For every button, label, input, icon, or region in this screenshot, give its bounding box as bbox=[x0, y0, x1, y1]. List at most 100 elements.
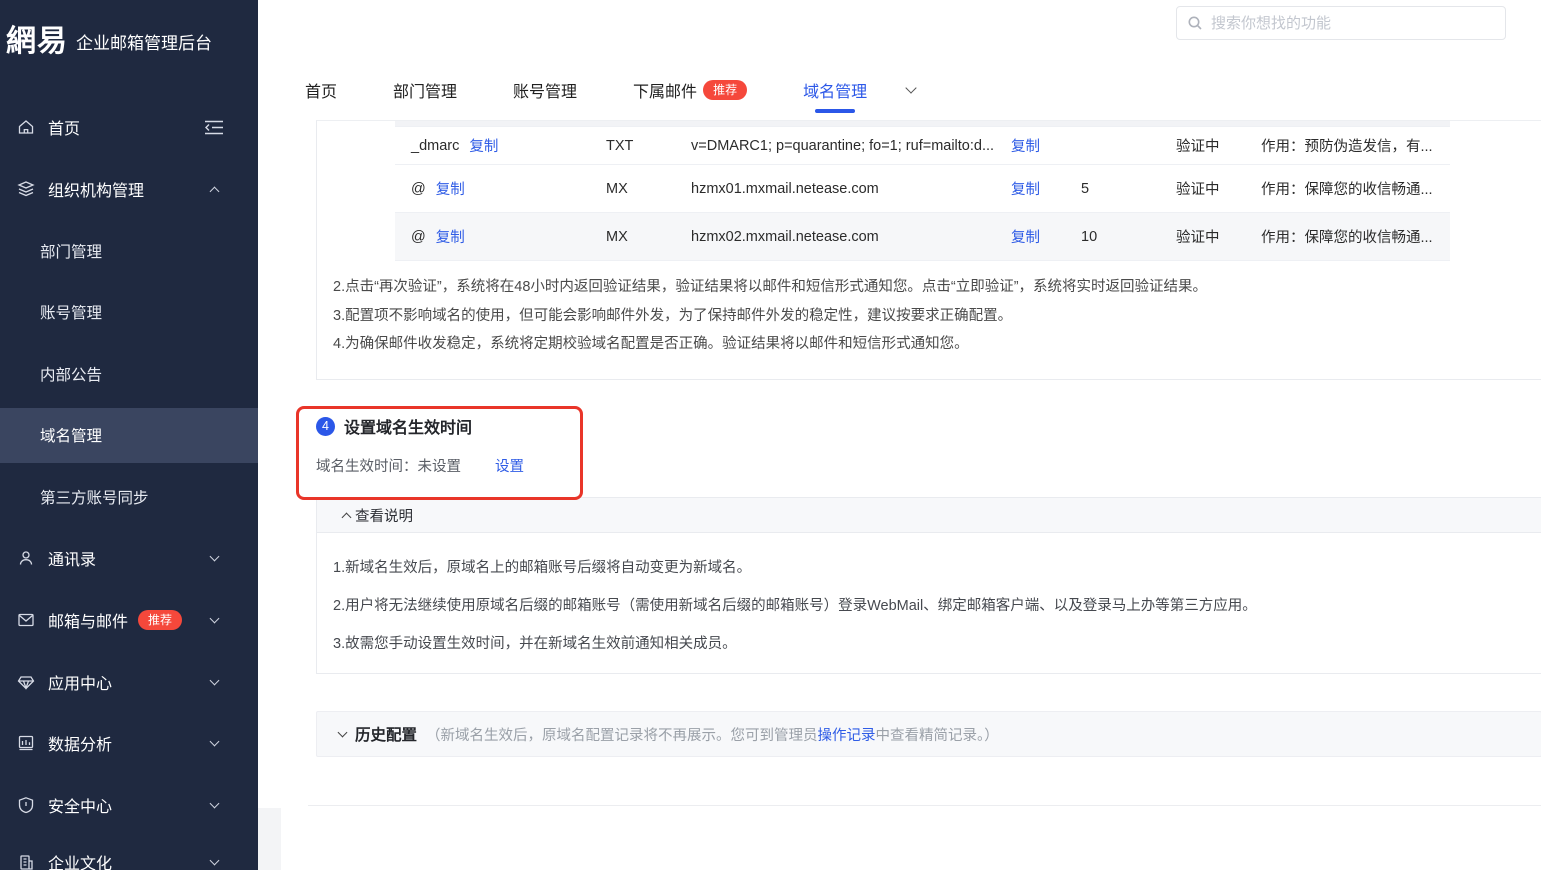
search-input[interactable] bbox=[1211, 15, 1505, 32]
note-line: 2.点击“再次验证”，系统将在48小时内返回验证结果，验证结果将以邮件和短信形式… bbox=[333, 273, 1523, 302]
sidebar-item-label: 第三方账号同步 bbox=[40, 486, 149, 508]
company-culture-icon bbox=[17, 853, 35, 870]
sidebar-item-label: 通讯录 bbox=[48, 546, 96, 570]
sidebar-item-domain-active[interactable]: 域名管理 bbox=[0, 413, 258, 457]
sidebar-item-apps[interactable]: 应用中心 bbox=[0, 660, 258, 704]
note-line: 3.配置项不影响域名的使用，但可能会影响邮件外发，为了保持邮件外发的稳定性，建议… bbox=[333, 302, 1523, 331]
history-note-prefix: （新域名生效后，原域名配置记录将不再展示。您可到管理员 bbox=[426, 728, 818, 744]
app-center-icon bbox=[17, 673, 35, 691]
contacts-icon bbox=[17, 549, 35, 567]
mail-icon bbox=[17, 611, 35, 629]
copy-host-link[interactable]: 复制 bbox=[436, 226, 465, 247]
tab-dept[interactable]: 部门管理 bbox=[393, 60, 457, 120]
explain-item: 2.用户将无法继续使用原域名后缀的邮箱账号（需使用新域名后缀的邮箱账号）登录We… bbox=[333, 595, 1525, 618]
chevron-down-icon bbox=[338, 728, 348, 738]
tab-sub-mail[interactable]: 下属邮件 推荐 bbox=[633, 60, 747, 120]
sidebar-item-label: 邮箱与邮件 bbox=[48, 608, 128, 632]
verify-status: 验证中 bbox=[1161, 226, 1251, 247]
sidebar-item-culture[interactable]: 企业文化 bbox=[0, 840, 258, 870]
admin-console: 網易 企业邮箱管理后台 首页 组织机构管理 部门管理 账号管理 bbox=[0, 0, 1541, 870]
sidebar-item-third-party-sync[interactable]: 第三方账号同步 bbox=[0, 475, 258, 519]
section-divider bbox=[308, 805, 1541, 806]
record-type: TXT bbox=[601, 138, 681, 154]
sidebar-item-account[interactable]: 账号管理 bbox=[0, 290, 258, 334]
explain-item: 1.新域名生效后，原域名上的邮箱账号后缀将自动变更为新域名。 bbox=[333, 557, 1525, 580]
tabs-chevron-down-icon[interactable] bbox=[905, 82, 916, 93]
sidebar-item-security[interactable]: 安全中心 bbox=[0, 783, 258, 827]
host-record: @ bbox=[411, 181, 426, 197]
search-icon bbox=[1187, 15, 1203, 31]
copy-value-link[interactable]: 复制 bbox=[1011, 182, 1040, 198]
sidebar-item-org[interactable]: 组织机构管理 bbox=[0, 167, 258, 211]
netease-logo: 網易 bbox=[6, 16, 68, 60]
host-record: _dmarc bbox=[411, 138, 459, 154]
explain-item: 3.故需您手动设置生效时间，并在新域名生效前通知相关成员。 bbox=[333, 633, 1525, 656]
record-type: MX bbox=[601, 229, 681, 245]
data-analytics-icon bbox=[17, 734, 35, 752]
sidebar-item-label: 首页 bbox=[48, 115, 80, 139]
sidebar-item-label: 数据分析 bbox=[48, 731, 112, 755]
tab-label: 账号管理 bbox=[513, 78, 577, 102]
table-row-dmarc: _dmarc 复制 TXT v=DMARC1; p=quarantine; fo… bbox=[395, 127, 1450, 165]
security-shield-icon bbox=[17, 796, 35, 814]
sidebar-item-label: 安全中心 bbox=[48, 793, 112, 817]
sidebar-item-contacts[interactable]: 通讯录 bbox=[0, 536, 258, 580]
tab-bar: 首页 部门管理 账号管理 下属邮件 推荐 域名管理 bbox=[258, 60, 1541, 120]
tab-label: 部门管理 bbox=[393, 78, 457, 102]
host-record: @ bbox=[411, 229, 426, 245]
sidebar: 網易 企业邮箱管理后台 首页 组织机构管理 部门管理 账号管理 bbox=[0, 0, 258, 870]
record-purpose: 作用：保障您的收信畅通... bbox=[1251, 226, 1450, 247]
copy-host-link[interactable]: 复制 bbox=[436, 178, 465, 199]
record-value: hzmx01.mxmail.netease.com bbox=[681, 181, 1001, 197]
sidebar-item-label: 内部公告 bbox=[40, 363, 102, 385]
copy-value-link[interactable]: 复制 bbox=[1011, 230, 1040, 246]
sidebar-item-mail[interactable]: 邮箱与邮件 推荐 bbox=[0, 598, 258, 642]
sidebar-item-label: 应用中心 bbox=[48, 670, 112, 694]
dns-records-table: _dmarc 复制 TXT v=DMARC1; p=quarantine; fo… bbox=[395, 121, 1450, 261]
sidebar-item-dept[interactable]: 部门管理 bbox=[0, 229, 258, 273]
sidebar-item-home[interactable]: 首页 bbox=[0, 105, 258, 149]
explain-toggle[interactable]: 查看说明 bbox=[317, 498, 1541, 533]
tab-label: 域名管理 bbox=[803, 78, 867, 102]
chevron-up-icon bbox=[342, 512, 352, 522]
history-note: （新域名生效后，原域名配置记录将不再展示。您可到管理员操作记录中查看精简记录。） bbox=[426, 724, 999, 745]
table-row-mx1: @ 复制 MX hzmx01.mxmail.netease.com 复制 5 验… bbox=[395, 165, 1450, 213]
sidebar-item-label: 账号管理 bbox=[40, 301, 102, 323]
chevron-down-icon bbox=[210, 676, 220, 686]
collapse-sidebar-icon[interactable] bbox=[204, 120, 224, 135]
copy-value-link[interactable]: 复制 bbox=[1011, 139, 1040, 155]
section-title: 设置域名生效时间 bbox=[344, 414, 472, 438]
explain-panel: 查看说明 1.新域名生效后，原域名上的邮箱账号后缀将自动变更为新域名。 2.用户… bbox=[316, 497, 1541, 674]
tab-account[interactable]: 账号管理 bbox=[513, 60, 577, 120]
tab-label: 首页 bbox=[305, 78, 337, 102]
sidebar-item-label: 部门管理 bbox=[40, 240, 102, 262]
chevron-down-icon bbox=[210, 737, 220, 747]
sidebar-item-analytics[interactable]: 数据分析 bbox=[0, 721, 258, 765]
tab-label: 下属邮件 bbox=[633, 78, 697, 102]
record-type: MX bbox=[601, 181, 681, 197]
history-config-bar[interactable]: 历史配置 （新域名生效后，原域名配置记录将不再展示。您可到管理员操作记录中查看精… bbox=[316, 711, 1541, 757]
copy-host-link[interactable]: 复制 bbox=[469, 135, 498, 156]
chevron-down-icon bbox=[210, 856, 220, 866]
recommend-badge: 推荐 bbox=[703, 80, 747, 100]
operation-log-link[interactable]: 操作记录 bbox=[818, 728, 876, 744]
chevron-down-icon bbox=[210, 799, 220, 809]
recommend-badge: 推荐 bbox=[138, 610, 182, 630]
verify-status: 验证中 bbox=[1161, 135, 1251, 156]
dns-config-panel: _dmarc 复制 TXT v=DMARC1; p=quarantine; fo… bbox=[316, 120, 1541, 380]
chevron-down-icon bbox=[210, 552, 220, 562]
tab-home[interactable]: 首页 bbox=[305, 60, 337, 120]
org-structure-icon bbox=[17, 180, 35, 198]
home-icon bbox=[17, 118, 35, 136]
tab-domain-active[interactable]: 域名管理 bbox=[803, 60, 867, 120]
config-notes: 2.点击“再次验证”，系统将在48小时内返回验证结果，验证结果将以邮件和短信形式… bbox=[333, 273, 1523, 359]
content-corner-gutter bbox=[258, 808, 281, 870]
sidebar-item-label: 企业文化 bbox=[48, 850, 112, 870]
record-value: v=DMARC1; p=quarantine; fo=1; ruf=mailto… bbox=[681, 138, 1001, 154]
chevron-up-icon bbox=[210, 186, 220, 196]
sidebar-item-notice[interactable]: 内部公告 bbox=[0, 352, 258, 396]
record-value: hzmx02.mxmail.netease.com bbox=[681, 229, 1001, 245]
set-effective-time-link[interactable]: 设置 bbox=[495, 459, 524, 475]
record-priority: 5 bbox=[1061, 181, 1161, 197]
sidebar-item-label: 域名管理 bbox=[40, 424, 102, 446]
